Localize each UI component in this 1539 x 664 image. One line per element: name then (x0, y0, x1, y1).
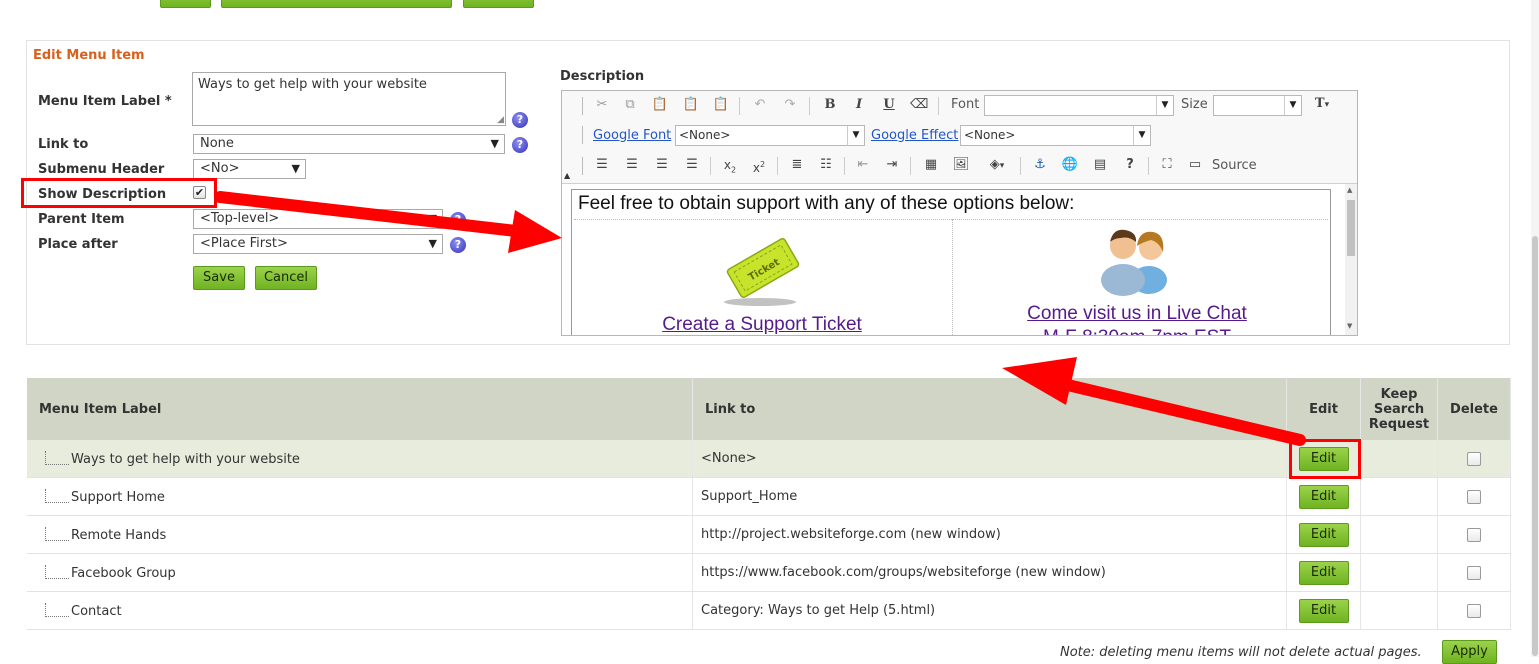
annotation-arrows (214, 191, 1306, 446)
arrow-from-edit (1002, 357, 1306, 446)
arrow-to-editor (214, 191, 562, 253)
